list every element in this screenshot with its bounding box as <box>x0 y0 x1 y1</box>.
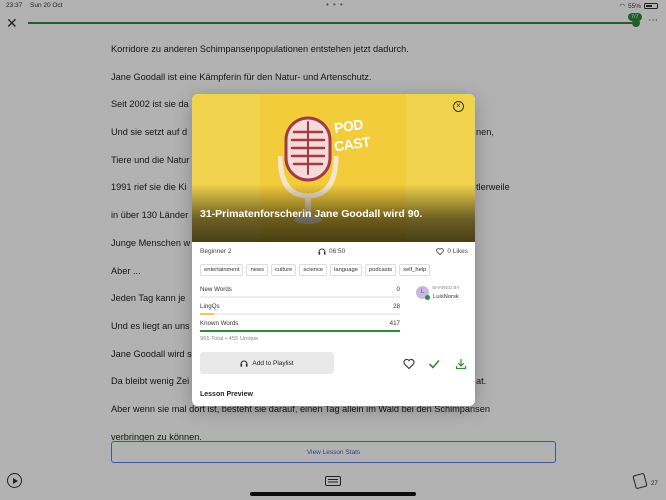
tag-list: entertainment news culture science langu… <box>200 264 470 276</box>
word-totals: 965 Total • 455 Unique <box>200 336 259 342</box>
close-modal-icon[interactable]: × <box>453 101 464 112</box>
lesson-title: 31-Primatenforscherin Jane Goodall wird … <box>200 208 423 220</box>
download-icon[interactable] <box>455 358 467 370</box>
likes-value: 0 Likes <box>447 248 468 255</box>
add-to-playlist-label: Add to Playlist <box>252 359 294 367</box>
stat-value: 417 <box>389 320 400 327</box>
tag-chip[interactable]: podcasts <box>364 264 397 276</box>
tag-chip[interactable]: self_help <box>399 264 431 276</box>
lesson-duration: 06:50 <box>318 248 345 255</box>
lesson-meta: Beginner 2 06:50 0 Likes <box>200 248 468 260</box>
stat-value: 0 <box>396 286 400 293</box>
duration-value: 06:50 <box>329 248 346 255</box>
tag-chip[interactable]: entertainment <box>200 264 244 276</box>
stat-new-words: New Words 0 <box>200 284 400 301</box>
tag-chip[interactable]: culture <box>271 264 297 276</box>
stat-label: LingQs <box>200 303 220 310</box>
tag-chip[interactable]: news <box>246 264 268 276</box>
stat-label: New Words <box>200 286 232 293</box>
tag-chip[interactable]: language <box>330 264 362 276</box>
word-stats: New Words 0 LingQs 28 Known Words 417 <box>200 284 400 335</box>
checkmark-icon[interactable] <box>428 358 440 370</box>
stat-known-words: Known Words 417 <box>200 318 400 335</box>
tag-chip[interactable]: science <box>299 264 328 276</box>
lesson-info-modal: POD CAST 31-Primatenforscherin Jane Good… <box>192 94 475 406</box>
headphones-icon <box>318 248 326 255</box>
stat-bar-fill <box>200 330 400 332</box>
lesson-level: Beginner 2 <box>200 248 232 255</box>
stat-lingqs: LingQs 28 <box>200 301 400 318</box>
lesson-cover-image: POD CAST 31-Primatenforscherin Jane Good… <box>192 94 475 242</box>
like-heart-icon[interactable] <box>403 358 415 370</box>
heart-icon <box>436 248 445 255</box>
add-to-playlist-button[interactable]: Add to Playlist <box>200 352 334 374</box>
online-badge <box>425 295 430 300</box>
stat-bar <box>200 330 400 332</box>
stat-bar <box>200 296 400 298</box>
shared-by-user: LuisNorsk <box>433 294 459 300</box>
shared-by-label: SHARED BY <box>432 286 460 291</box>
headphones-icon <box>240 360 248 367</box>
lesson-likes[interactable]: 0 Likes <box>436 248 468 255</box>
stat-value: 28 <box>393 303 400 310</box>
lesson-preview-heading: Lesson Preview <box>200 391 253 398</box>
stat-bar-fill <box>200 313 214 315</box>
stat-label: Known Words <box>200 320 239 327</box>
stat-bar <box>200 313 400 315</box>
